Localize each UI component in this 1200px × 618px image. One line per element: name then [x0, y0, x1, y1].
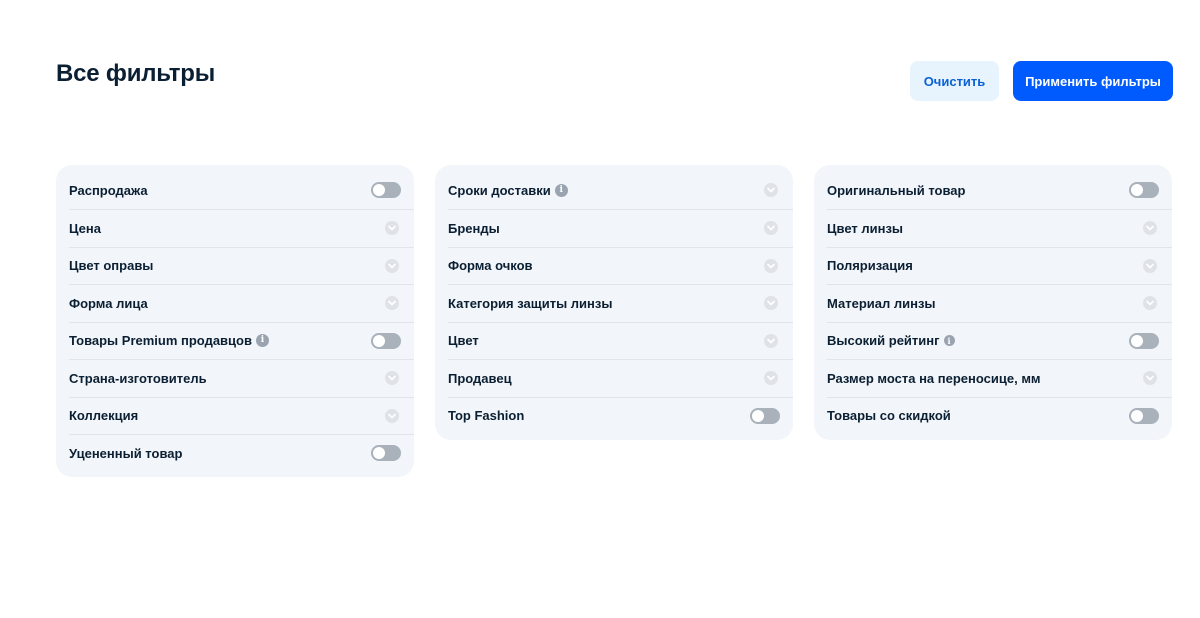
filter-row[interactable]: Товары со скидкой [827, 396, 1172, 440]
filter-label: Коллекция [69, 408, 139, 424]
filter-label: Сроки доставки [448, 182, 551, 198]
chevron-down-icon [385, 221, 399, 236]
filter-row[interactable]: Продавец [448, 359, 793, 397]
filter-label-wrap: Размер моста на переносице, мм [827, 371, 1041, 386]
filter-row[interactable]: Коллекция [69, 396, 414, 435]
filter-label-wrap: Форма очков [448, 258, 533, 273]
filter-label: Товары со скидкой [827, 408, 951, 423]
page-title: Все фильтры [56, 60, 216, 87]
filter-label-wrap: Страна-изготовитель [69, 371, 207, 386]
chevron-down-icon [385, 296, 399, 311]
chevron-down-icon [1143, 296, 1157, 311]
filter-row[interactable]: Сроки доставки i [448, 165, 793, 209]
filter-row[interactable]: Уцененный товар [69, 434, 414, 477]
filter-label: Продавец [448, 370, 512, 386]
chevron-down-icon [764, 221, 778, 236]
filter-row[interactable]: Размер моста на переносице, мм [827, 359, 1172, 397]
chevron-down-icon [1143, 371, 1157, 386]
filter-label: Цвет линзы [827, 220, 904, 236]
filter-label-wrap: Цвет линзы [827, 221, 903, 236]
filter-label: Категория защиты линзы [448, 295, 613, 311]
filter-label-wrap: Бренды [448, 221, 500, 236]
filter-label-wrap: Поляризация [827, 258, 913, 273]
filter-row[interactable]: Поляризация [827, 246, 1172, 285]
filter-row[interactable]: Цвет [448, 321, 793, 360]
chevron-down-icon [385, 408, 399, 423]
filter-row[interactable]: Высокий рейтинг i [827, 321, 1172, 360]
filter-panel-1: Распродажа Цена Цвет оправы Форма лица Товар… [56, 165, 414, 477]
filter-row[interactable]: Бренды [448, 209, 793, 247]
filter-label-wrap: Сроки доставки i [448, 183, 568, 198]
filter-label-wrap: Цвет оправы [69, 258, 153, 273]
filter-toggle[interactable] [371, 332, 401, 349]
filter-label-wrap: Цвет [448, 333, 479, 348]
filter-row[interactable]: Форма лица [69, 284, 414, 322]
filter-toggle[interactable] [1129, 407, 1159, 424]
filter-label-wrap: Уцененный товар [69, 446, 182, 461]
filter-row[interactable]: Top Fashion [448, 396, 793, 440]
filter-label-wrap: Товары Premium продавцов i [69, 333, 269, 348]
filter-label-wrap: Материал линзы [827, 296, 936, 311]
chevron-down-icon [1143, 221, 1157, 236]
filter-row[interactable]: Цена [69, 209, 414, 247]
filter-label-wrap: Оригинальный товар [827, 183, 965, 198]
filter-label-wrap: Top Fashion [448, 408, 524, 423]
info-icon[interactable]: i [943, 335, 955, 347]
clear-button[interactable]: Очистить [910, 61, 999, 101]
filter-label-wrap: Товары со скидкой [827, 408, 951, 423]
filter-row[interactable]: Цвет оправы [69, 246, 414, 285]
filter-columns: Распродажа Цена Цвет оправы Форма лица Товар… [56, 165, 1172, 477]
filter-label: Top Fashion [448, 408, 525, 423]
filter-label: Форма лица [69, 295, 148, 311]
filter-label: Форма очков [448, 258, 533, 274]
filter-toggle[interactable] [371, 182, 401, 198]
filter-label: Цвет оправы [69, 258, 154, 274]
chevron-down-icon [1143, 258, 1157, 273]
filter-row[interactable]: Товары Premium продавцов i [69, 321, 414, 360]
apply-filters-button[interactable]: Применить фильтры [1013, 61, 1173, 101]
filter-row[interactable]: Оригинальный товар [827, 165, 1172, 209]
filter-row[interactable]: Цвет линзы [827, 209, 1172, 247]
filter-panel-3: Оригинальный товар Цвет линзы Поляризация М… [814, 165, 1172, 440]
filter-label: Цена [69, 220, 101, 236]
chevron-down-icon [385, 258, 399, 273]
chevron-down-icon [764, 258, 778, 273]
filter-label-wrap: Форма лица [69, 296, 148, 311]
filter-toggle[interactable] [1129, 182, 1159, 198]
filter-label: Высокий рейтинг [827, 333, 940, 349]
chevron-down-icon [764, 183, 778, 197]
filter-label: Оригинальный товар [827, 182, 966, 198]
filter-panel-2: Сроки доставки i Бренды Форма очков Категори… [435, 165, 793, 440]
filter-label: Бренды [448, 220, 500, 236]
filter-row[interactable]: Форма очков [448, 246, 793, 285]
chevron-down-icon [385, 371, 399, 386]
filter-toggle[interactable] [371, 445, 401, 461]
info-icon[interactable]: i [554, 183, 568, 197]
filter-label: Товары Premium продавцов [69, 333, 252, 349]
filter-row[interactable]: Материал линзы [827, 284, 1172, 322]
filter-toggle[interactable] [1129, 332, 1159, 349]
filter-row[interactable]: Распродажа [69, 165, 414, 209]
filter-label: Размер моста на переносице, мм [827, 370, 1041, 386]
filter-label-wrap: Распродажа [69, 183, 148, 198]
filter-label: Уцененный товар [69, 445, 183, 461]
filter-label-wrap: Категория защиты линзы [448, 296, 612, 311]
filter-label-wrap: Цена [69, 221, 101, 236]
filter-label: Страна-изготовитель [69, 370, 207, 386]
filter-label-wrap: Коллекция [69, 408, 138, 423]
chevron-down-icon [764, 296, 778, 311]
filter-label: Цвет [448, 333, 479, 349]
filter-row[interactable]: Страна-изготовитель [69, 359, 414, 397]
filter-label-wrap: Высокий рейтинг i [827, 333, 955, 348]
filter-label: Распродажа [69, 182, 148, 198]
filter-toggle[interactable] [750, 407, 780, 424]
chevron-down-icon [764, 371, 778, 386]
filter-label-wrap: Продавец [448, 371, 512, 386]
chevron-down-icon [764, 333, 778, 348]
filter-label: Материал линзы [827, 295, 936, 311]
filter-label: Поляризация [827, 258, 913, 274]
filter-row[interactable]: Категория защиты линзы [448, 284, 793, 322]
info-icon[interactable]: i [255, 334, 269, 348]
